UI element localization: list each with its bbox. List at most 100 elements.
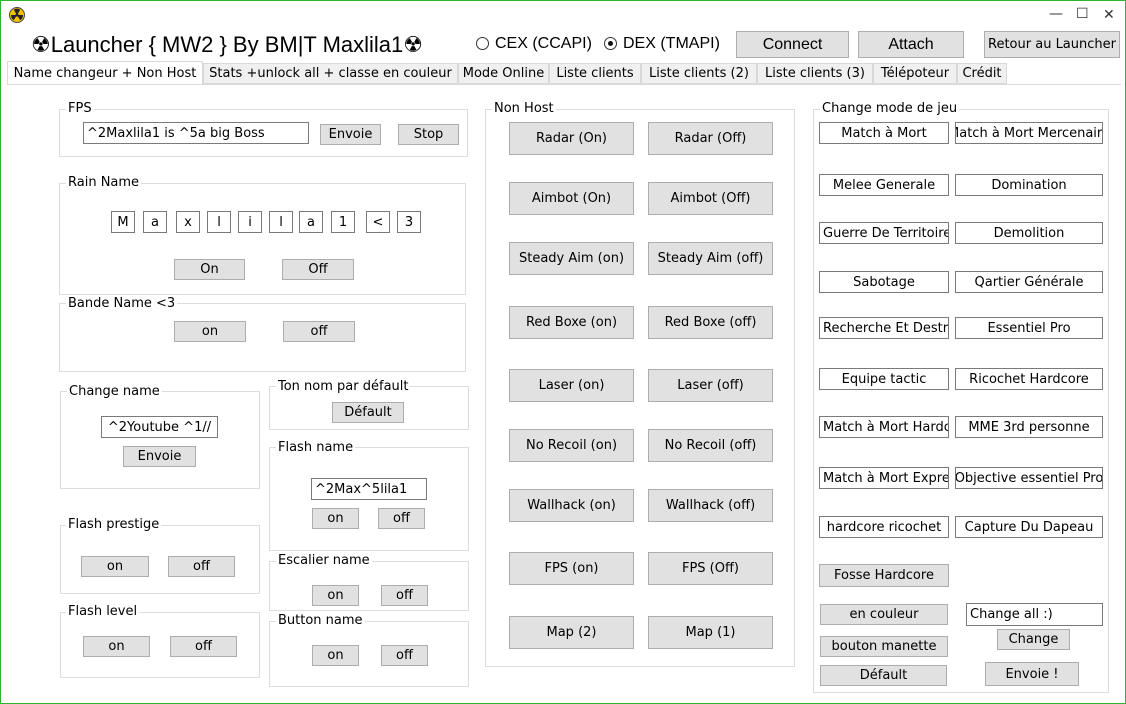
tab-liste-clients-2[interactable]: Liste clients (2) <box>641 63 757 84</box>
tab-teleporteur[interactable]: Télépoteur <box>873 63 957 84</box>
flash-name-on-button[interactable]: on <box>312 508 359 529</box>
change-all-input[interactable]: Change all :) <box>966 603 1103 626</box>
rain-letter-input[interactable]: M <box>111 211 135 233</box>
mode-jeu-option-button[interactable]: Qartier Générale <box>955 271 1103 293</box>
mode-jeu-option-button[interactable]: Match à Mort Express <box>819 467 949 489</box>
radio-dex[interactable] <box>604 37 617 50</box>
rain-letter-input[interactable]: < <box>366 211 390 233</box>
rain-letter-input[interactable]: a <box>299 211 323 233</box>
bouton-manette-button[interactable]: bouton manette <box>820 636 948 657</box>
button-name-group <box>269 621 469 687</box>
close-button[interactable]: ✕ <box>1103 7 1115 23</box>
mode-jeu-option-button[interactable]: Match à Mort <box>819 122 949 144</box>
fps-input[interactable]: ^2Maxlila1 is ^5a big Boss <box>83 122 309 144</box>
non-host-on-button[interactable]: Red Boxe (on) <box>509 306 634 339</box>
minimize-button[interactable]: — <box>1049 6 1063 22</box>
maximize-button[interactable]: ☐ <box>1076 6 1089 22</box>
flash-prestige-on-button[interactable]: on <box>81 556 149 577</box>
mode-jeu-option-button[interactable]: Guerre De Territoire <box>819 222 949 244</box>
mode-jeu-option-button[interactable]: Recherche Et Destruction <box>819 317 949 339</box>
mode-jeu-option-button[interactable]: Capture Du Dapeau <box>955 516 1103 538</box>
non-host-on-button[interactable]: Map (2) <box>509 616 634 649</box>
mode-jeu-option-button[interactable]: Match à Mort Hardcore <box>819 416 949 438</box>
non-host-off-button[interactable]: Laser (off) <box>648 369 773 402</box>
mode-jeu-option-button[interactable]: Objective essentiel Pro <box>955 467 1103 489</box>
escalier-on-button[interactable]: on <box>312 585 359 606</box>
default-name-button[interactable]: Défault <box>332 402 404 423</box>
rain-letter-input[interactable]: i <box>238 211 262 233</box>
non-host-off-button[interactable]: Red Boxe (off) <box>648 306 773 339</box>
mode-jeu-option-button[interactable]: Domination <box>955 174 1103 196</box>
tab-liste-clients-3[interactable]: Liste clients (3) <box>757 63 873 84</box>
fps-envoie-button[interactable]: Envoie <box>320 124 381 145</box>
flash-level-off-button[interactable]: off <box>170 636 237 657</box>
mode-jeu-option-button[interactable]: Match à Mort Mercenaire <box>955 122 1103 144</box>
tab-liste-clients[interactable]: Liste clients <box>549 63 641 84</box>
fosse-hardcore-button[interactable]: Fosse Hardcore <box>819 564 949 587</box>
non-host-off-button[interactable]: Steady Aim (off) <box>648 242 773 275</box>
tab-credit[interactable]: Crédit <box>957 63 1007 84</box>
mode-jeu-option-button[interactable]: Sabotage <box>819 271 949 293</box>
mode-defaut-button[interactable]: Défault <box>820 665 947 686</box>
en-couleur-button[interactable]: en couleur <box>820 604 948 625</box>
rain-letter-input[interactable]: x <box>176 211 200 233</box>
non-host-off-button[interactable]: No Recoil (off) <box>648 429 773 462</box>
non-host-on-button[interactable]: Laser (on) <box>509 369 634 402</box>
rain-off-button[interactable]: Off <box>282 259 354 280</box>
rain-letter-input[interactable]: 3 <box>397 211 421 233</box>
mode-jeu-option-button[interactable]: MME 3rd personne <box>955 416 1103 438</box>
button-name-on-button[interactable]: on <box>312 645 359 666</box>
escalier-name-label: Escalier name <box>276 553 372 568</box>
radio-cex-label: CEX (CCAPI) <box>495 35 592 52</box>
tab-stats[interactable]: Stats +unlock all + classe en couleur <box>203 63 458 84</box>
non-host-on-button[interactable]: No Recoil (on) <box>509 429 634 462</box>
radio-dex-label: DEX (TMAPI) <box>623 35 720 52</box>
envoie-mode-button[interactable]: Envoie ! <box>985 662 1079 686</box>
app-icon <box>9 7 25 23</box>
non-host-on-button[interactable]: Aimbot (On) <box>509 182 634 215</box>
connect-button[interactable]: Connect <box>736 31 849 58</box>
fps-stop-button[interactable]: Stop <box>398 124 459 145</box>
tab-name-changeur[interactable]: Name changeur + Non Host <box>7 61 203 85</box>
mode-jeu-option-button[interactable]: Melee Generale <box>819 174 949 196</box>
rain-letter-input[interactable]: l <box>207 211 231 233</box>
mode-jeu-option-button[interactable]: hardcore ricochet <box>819 516 949 538</box>
button-name-off-button[interactable]: off <box>381 645 428 666</box>
change-name-envoie-button[interactable]: Envoie <box>123 446 196 467</box>
flash-name-input[interactable]: ^2Max^5lila1 <box>311 478 427 500</box>
non-host-off-button[interactable]: Wallhack (off) <box>648 489 773 522</box>
flash-name-label: Flash name <box>276 440 356 455</box>
non-host-on-button[interactable]: Radar (On) <box>509 122 634 155</box>
bande-on-button[interactable]: on <box>174 321 246 342</box>
retour-launcher-button[interactable]: Retour au Launcher <box>984 31 1120 58</box>
non-host-off-button[interactable]: Map (1) <box>648 616 773 649</box>
rain-on-button[interactable]: On <box>174 259 245 280</box>
non-host-label: Non Host <box>492 101 556 116</box>
bande-off-button[interactable]: off <box>283 321 355 342</box>
rain-letter-input[interactable]: 1 <box>331 211 355 233</box>
change-name-input[interactable]: ^2Youtube ^1// <box>101 416 218 438</box>
flash-level-on-button[interactable]: on <box>83 636 150 657</box>
change-name-group <box>60 391 260 489</box>
rain-letter-input[interactable]: l <box>269 211 293 233</box>
non-host-off-button[interactable]: Radar (Off) <box>648 122 773 155</box>
escalier-off-button[interactable]: off <box>381 585 428 606</box>
non-host-on-button[interactable]: Steady Aim (on) <box>509 242 634 275</box>
radio-cex[interactable] <box>476 37 489 50</box>
non-host-on-button[interactable]: FPS (on) <box>509 552 634 585</box>
mode-jeu-option-button[interactable]: Demolition <box>955 222 1103 244</box>
attach-button[interactable]: Attach <box>858 31 964 58</box>
rain-letter-input[interactable]: a <box>143 211 167 233</box>
mode-jeu-option-button[interactable]: Ricochet Hardcore <box>955 368 1103 390</box>
non-host-on-button[interactable]: Wallhack (on) <box>509 489 634 522</box>
change-button[interactable]: Change <box>997 629 1070 650</box>
non-host-off-button[interactable]: FPS (Off) <box>648 552 773 585</box>
flash-prestige-off-button[interactable]: off <box>168 556 235 577</box>
mode-jeu-option-button[interactable]: Essentiel Pro <box>955 317 1103 339</box>
tab-mode-online[interactable]: Mode Online <box>458 63 549 84</box>
flash-name-off-button[interactable]: off <box>378 508 425 529</box>
mode-jeu-option-button[interactable]: Equipe tactic <box>819 368 949 390</box>
bande-name-label: Bande Name <3 <box>66 296 178 311</box>
flash-level-label: Flash level <box>66 604 140 619</box>
non-host-off-button[interactable]: Aimbot (Off) <box>648 182 773 215</box>
